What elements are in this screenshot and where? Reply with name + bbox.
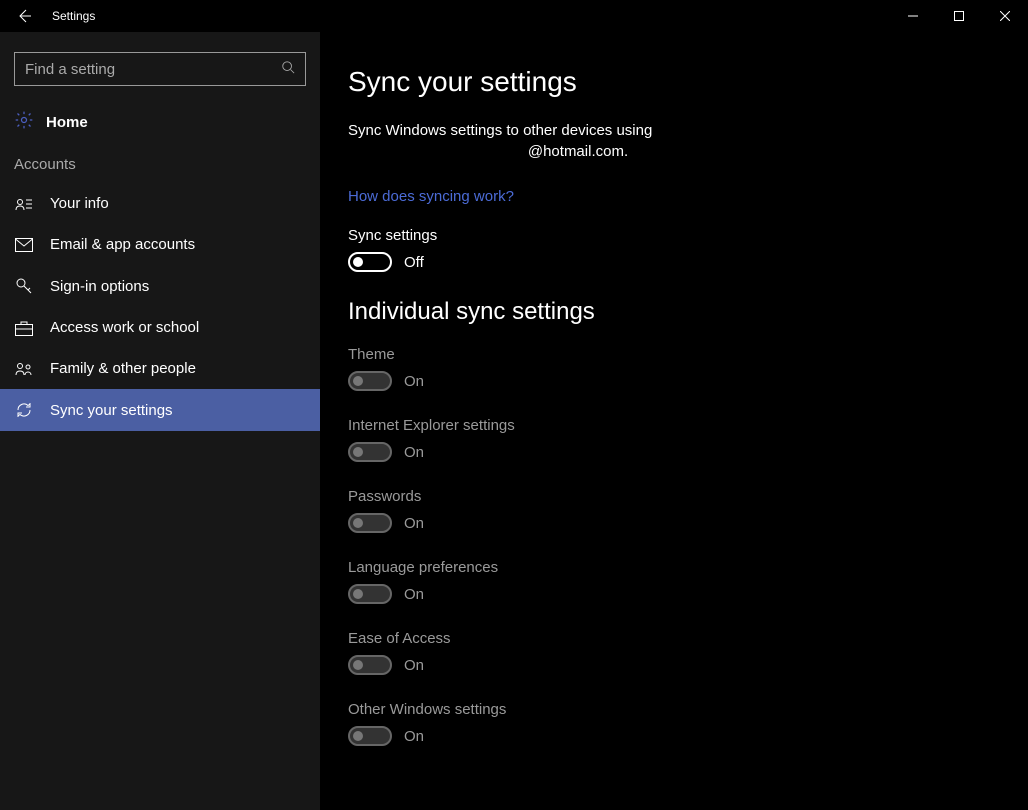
ease-label: Ease of Access xyxy=(348,630,1008,647)
passwords-label: Passwords xyxy=(348,488,1008,505)
ease-toggle xyxy=(348,655,392,675)
theme-state: On xyxy=(404,373,424,390)
search-input[interactable] xyxy=(25,61,281,78)
desc-line1: Sync Windows settings to other devices u… xyxy=(348,122,652,139)
theme-label: Theme xyxy=(348,346,1008,363)
ie-state: On xyxy=(404,444,424,461)
individual-heading: Individual sync settings xyxy=(348,298,1008,326)
theme-toggle xyxy=(348,371,392,391)
ie-toggle xyxy=(348,442,392,462)
sidebar-item-family[interactable]: Family & other people xyxy=(0,348,320,389)
language-state: On xyxy=(404,586,424,603)
sidebar-item-sync[interactable]: Sync your settings xyxy=(0,389,320,431)
back-button[interactable] xyxy=(0,0,48,32)
sidebar: Home Accounts Your info Email & app acco… xyxy=(0,32,320,810)
page-title: Sync your settings xyxy=(348,66,1008,98)
sync-settings-toggle[interactable] xyxy=(348,252,392,272)
search-icon xyxy=(281,60,295,78)
ie-label: Internet Explorer settings xyxy=(348,417,1008,434)
sidebar-item-label: Sign-in options xyxy=(50,278,149,295)
sidebar-item-label: Sync your settings xyxy=(50,402,173,419)
main-content: Sync your settings Sync Windows settings… xyxy=(320,32,1028,810)
maximize-button[interactable] xyxy=(936,0,982,32)
how-sync-works-link[interactable]: How does syncing work? xyxy=(348,188,514,205)
briefcase-icon xyxy=(14,320,34,336)
sync-settings-label: Sync settings xyxy=(348,227,1008,244)
ease-state: On xyxy=(404,657,424,674)
passwords-toggle xyxy=(348,513,392,533)
sidebar-item-email[interactable]: Email & app accounts xyxy=(0,224,320,265)
sidebar-item-label: Access work or school xyxy=(50,319,199,336)
sidebar-item-signin[interactable]: Sign-in options xyxy=(0,265,320,307)
language-label: Language preferences xyxy=(348,559,1008,576)
gear-icon xyxy=(14,110,34,134)
mail-icon xyxy=(14,238,34,252)
people-icon xyxy=(14,361,34,377)
key-icon xyxy=(14,277,34,295)
other-label: Other Windows settings xyxy=(348,701,1008,718)
titlebar: Settings xyxy=(0,0,1028,32)
sidebar-item-your-info[interactable]: Your info xyxy=(0,183,320,224)
sidebar-item-label: Family & other people xyxy=(50,360,196,377)
settings-window: Settings xyxy=(0,0,1028,810)
passwords-state: On xyxy=(404,515,424,532)
section-label: Accounts xyxy=(0,148,320,183)
sidebar-item-work-school[interactable]: Access work or school xyxy=(0,307,320,348)
close-button[interactable] xyxy=(982,0,1028,32)
minimize-button[interactable] xyxy=(890,0,936,32)
sync-icon xyxy=(14,401,34,419)
sync-settings-state: Off xyxy=(404,254,424,271)
home-label: Home xyxy=(46,114,88,131)
desc-line2: @hotmail.com. xyxy=(348,141,808,162)
home-row[interactable]: Home xyxy=(0,102,320,148)
search-box[interactable] xyxy=(14,52,306,86)
sync-description: Sync Windows settings to other devices u… xyxy=(348,120,808,162)
other-toggle xyxy=(348,726,392,746)
other-state: On xyxy=(404,728,424,745)
person-card-icon xyxy=(14,196,34,212)
language-toggle xyxy=(348,584,392,604)
sidebar-item-label: Your info xyxy=(50,195,109,212)
window-title: Settings xyxy=(48,9,95,23)
sidebar-item-label: Email & app accounts xyxy=(50,236,195,253)
